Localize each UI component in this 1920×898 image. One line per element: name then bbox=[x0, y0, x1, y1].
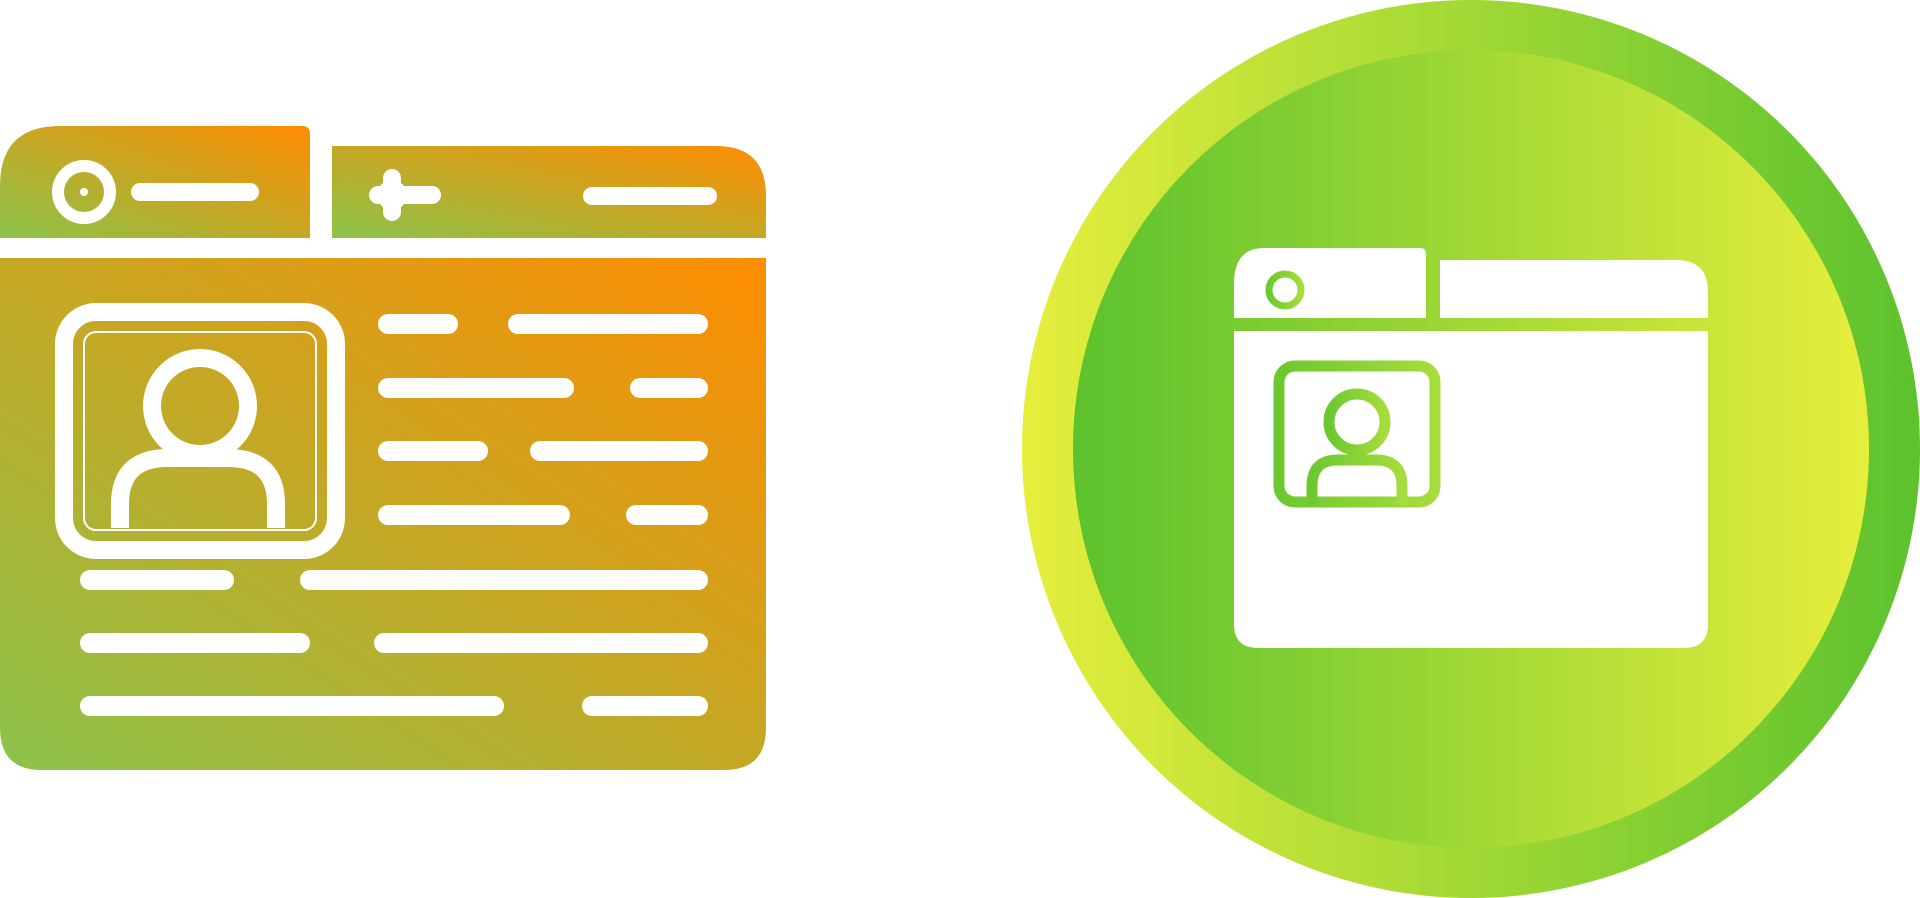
icon-preview-canvas bbox=[0, 0, 1920, 898]
profile-webpage-icon-circle bbox=[1022, 0, 1920, 898]
